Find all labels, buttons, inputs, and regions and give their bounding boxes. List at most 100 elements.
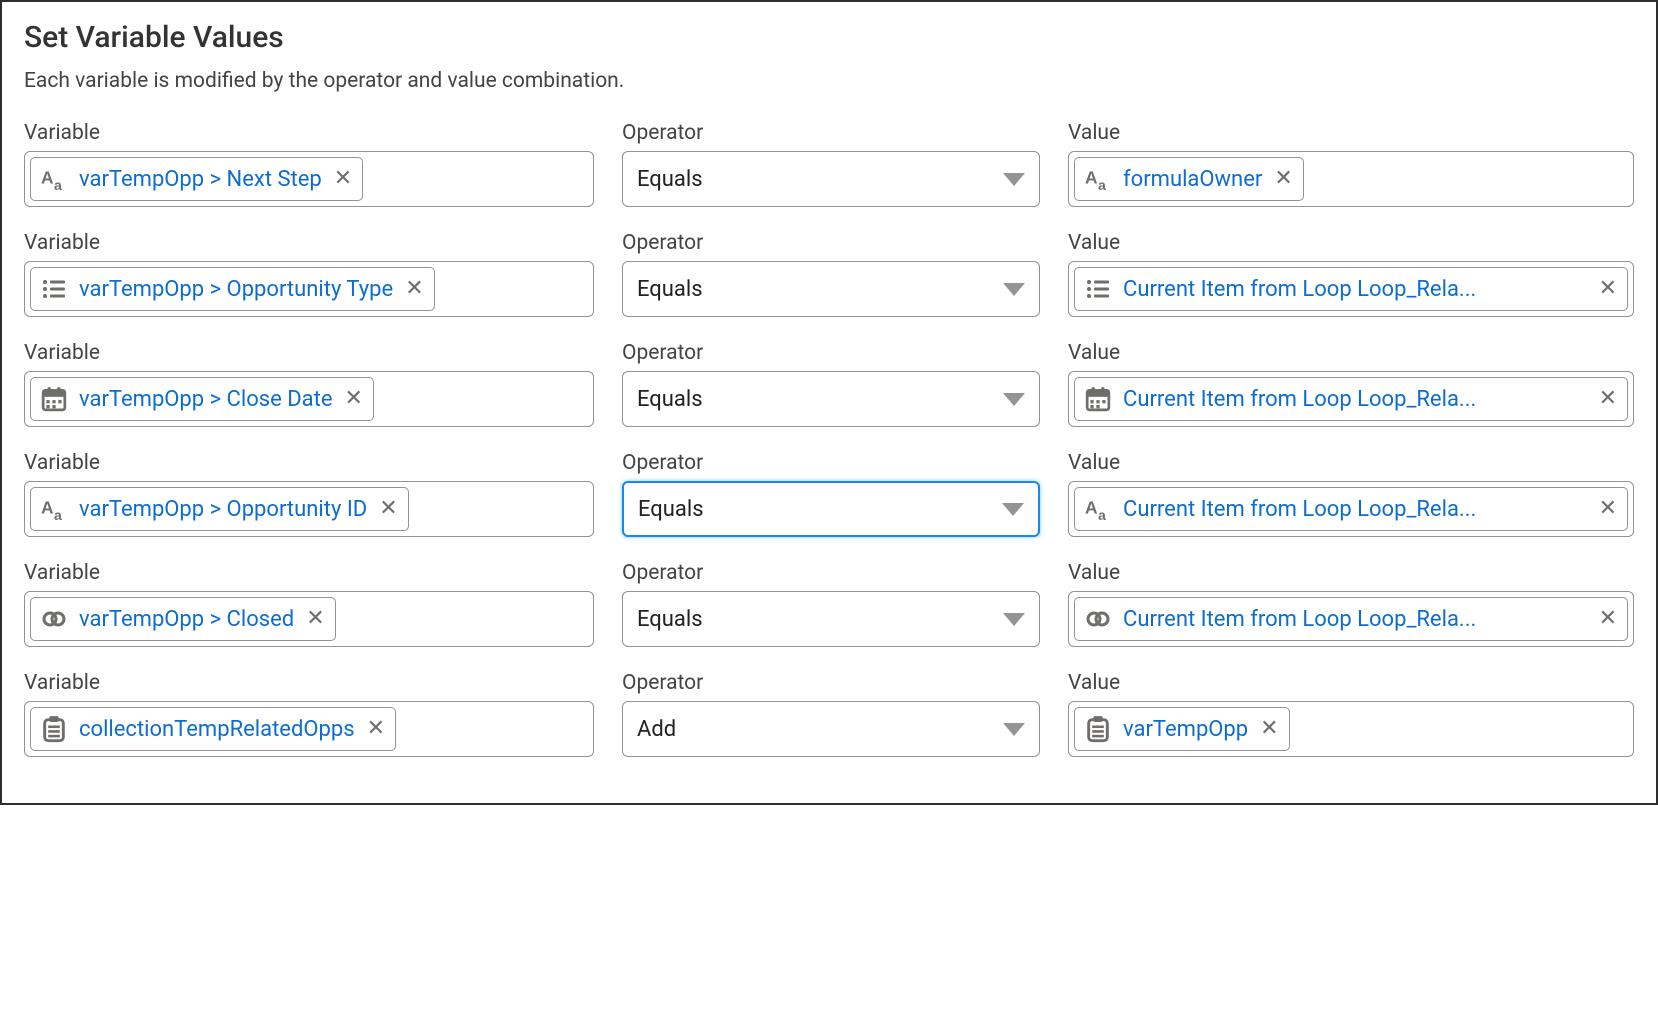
variable-text: varTempOpp > Close Date (79, 387, 333, 412)
svg-text:a: a (1098, 507, 1106, 522)
chevron-down-icon (1003, 173, 1025, 186)
remove-icon[interactable]: ✕ (1258, 718, 1280, 740)
variable-pill[interactable]: varTempOpp > Close Date ✕ (30, 377, 374, 421)
variable-field[interactable]: Aa varTempOpp > Opportunity ID ✕ (24, 481, 594, 537)
chevron-down-icon (1003, 613, 1025, 626)
operator-label: Operator (622, 121, 1040, 145)
value-field[interactable]: Current Item from Loop Loop_Rela... ✕ (1068, 591, 1634, 647)
remove-icon[interactable]: ✕ (343, 388, 365, 410)
operator-text: Equals (638, 497, 704, 522)
value-pill[interactable]: Current Item from Loop Loop_Rela... ✕ (1074, 597, 1628, 641)
value-label: Value (1068, 341, 1634, 365)
assignment-row: Variable Aa varTempOpp > Opportunity ID … (24, 451, 1634, 537)
svg-text:A: A (41, 497, 54, 517)
text-icon: Aa (1081, 164, 1115, 194)
variable-pill[interactable]: Aa varTempOpp > Opportunity ID ✕ (30, 487, 409, 531)
remove-icon[interactable]: ✕ (1597, 498, 1619, 520)
value-pill[interactable]: Current Item from Loop Loop_Rela... ✕ (1074, 267, 1628, 311)
remove-icon[interactable]: ✕ (1597, 278, 1619, 300)
variable-pill[interactable]: varTempOpp > Closed ✕ (30, 597, 336, 641)
assignment-row: Variable varTempOpp > Opportunity Type ✕… (24, 231, 1634, 317)
remove-icon[interactable]: ✕ (1597, 608, 1619, 630)
remove-icon[interactable]: ✕ (403, 278, 425, 300)
variable-pill[interactable]: collectionTempRelatedOpps ✕ (30, 707, 396, 751)
value-text: Current Item from Loop Loop_Rela... (1123, 277, 1587, 302)
text-icon: Aa (37, 164, 71, 194)
remove-icon[interactable]: ✕ (365, 718, 387, 740)
variable-field[interactable]: varTempOpp > Close Date ✕ (24, 371, 594, 427)
variable-pill[interactable]: Aa varTempOpp > Next Step ✕ (30, 157, 363, 201)
svg-text:a: a (54, 177, 62, 192)
assignment-row: Variable varTempOpp > Close Date ✕ Opera… (24, 341, 1634, 427)
operator-text: Equals (637, 387, 703, 412)
remove-icon[interactable]: ✕ (1597, 388, 1619, 410)
svg-text:A: A (1085, 497, 1098, 517)
value-field[interactable]: Aa Current Item from Loop Loop_Rela... ✕ (1068, 481, 1634, 537)
operator-select[interactable]: Equals (622, 371, 1040, 427)
value-field[interactable]: Current Item from Loop Loop_Rela... ✕ (1068, 261, 1634, 317)
value-pill[interactable]: Aa formulaOwner ✕ (1074, 157, 1304, 201)
operator-select[interactable]: Equals (622, 481, 1040, 537)
operator-text: Equals (637, 607, 703, 632)
remove-icon[interactable]: ✕ (332, 168, 354, 190)
value-pill[interactable]: varTempOpp ✕ (1074, 707, 1290, 751)
value-text: varTempOpp (1123, 717, 1248, 742)
date-icon (1081, 384, 1115, 414)
variable-pill[interactable]: varTempOpp > Opportunity Type ✕ (30, 267, 435, 311)
picklist-icon (37, 274, 71, 304)
value-label: Value (1068, 671, 1634, 695)
variable-label: Variable (24, 451, 594, 475)
variable-text: varTempOpp > Opportunity ID (79, 497, 367, 522)
remove-icon[interactable]: ✕ (304, 608, 326, 630)
value-label: Value (1068, 121, 1634, 145)
operator-text: Equals (637, 277, 703, 302)
value-field[interactable]: varTempOpp ✕ (1068, 701, 1634, 757)
svg-text:A: A (1085, 167, 1098, 187)
variable-field[interactable]: Aa varTempOpp > Next Step ✕ (24, 151, 594, 207)
variable-text: varTempOpp > Next Step (79, 167, 322, 192)
value-text: Current Item from Loop Loop_Rela... (1123, 607, 1587, 632)
svg-text:a: a (54, 507, 62, 522)
value-pill[interactable]: Current Item from Loop Loop_Rela... ✕ (1074, 377, 1628, 421)
record-icon (37, 714, 71, 744)
value-pill[interactable]: Aa Current Item from Loop Loop_Rela... ✕ (1074, 487, 1628, 531)
variable-label: Variable (24, 671, 594, 695)
text-icon: Aa (37, 494, 71, 524)
chevron-down-icon (1003, 723, 1025, 736)
value-label: Value (1068, 561, 1634, 585)
variable-label: Variable (24, 121, 594, 145)
remove-icon[interactable]: ✕ (1272, 168, 1294, 190)
value-label: Value (1068, 451, 1634, 475)
operator-select[interactable]: Equals (622, 261, 1040, 317)
picklist-icon (1081, 274, 1115, 304)
remove-icon[interactable]: ✕ (377, 498, 399, 520)
panel-subtitle: Each variable is modified by the operato… (24, 69, 1634, 93)
value-field[interactable]: Aa formulaOwner ✕ (1068, 151, 1634, 207)
operator-label: Operator (622, 341, 1040, 365)
operator-select[interactable]: Equals (622, 151, 1040, 207)
assignment-rows: Variable Aa varTempOpp > Next Step ✕ Ope… (24, 121, 1634, 757)
variable-text: varTempOpp > Opportunity Type (79, 277, 393, 302)
variable-field[interactable]: collectionTempRelatedOpps ✕ (24, 701, 594, 757)
chevron-down-icon (1003, 283, 1025, 296)
variable-label: Variable (24, 561, 594, 585)
value-field[interactable]: Current Item from Loop Loop_Rela... ✕ (1068, 371, 1634, 427)
set-variable-values-panel: Set Variable Values Each variable is mod… (0, 0, 1658, 805)
value-text: Current Item from Loop Loop_Rela... (1123, 497, 1587, 522)
operator-select[interactable]: Equals (622, 591, 1040, 647)
assignment-row: Variable Aa varTempOpp > Next Step ✕ Ope… (24, 121, 1634, 207)
variable-label: Variable (24, 341, 594, 365)
variable-text: varTempOpp > Closed (79, 607, 294, 632)
variable-text: collectionTempRelatedOpps (79, 717, 355, 742)
operator-select[interactable]: Add (622, 701, 1040, 757)
operator-label: Operator (622, 231, 1040, 255)
operator-label: Operator (622, 451, 1040, 475)
value-text: Current Item from Loop Loop_Rela... (1123, 387, 1587, 412)
assignment-row: Variable collectionTempRelatedOpps ✕ Ope… (24, 671, 1634, 757)
operator-text: Equals (637, 167, 703, 192)
assignment-row: Variable varTempOpp > Closed ✕ Operator … (24, 561, 1634, 647)
variable-field[interactable]: varTempOpp > Opportunity Type ✕ (24, 261, 594, 317)
chevron-down-icon (1003, 393, 1025, 406)
variable-field[interactable]: varTempOpp > Closed ✕ (24, 591, 594, 647)
text-icon: Aa (1081, 494, 1115, 524)
